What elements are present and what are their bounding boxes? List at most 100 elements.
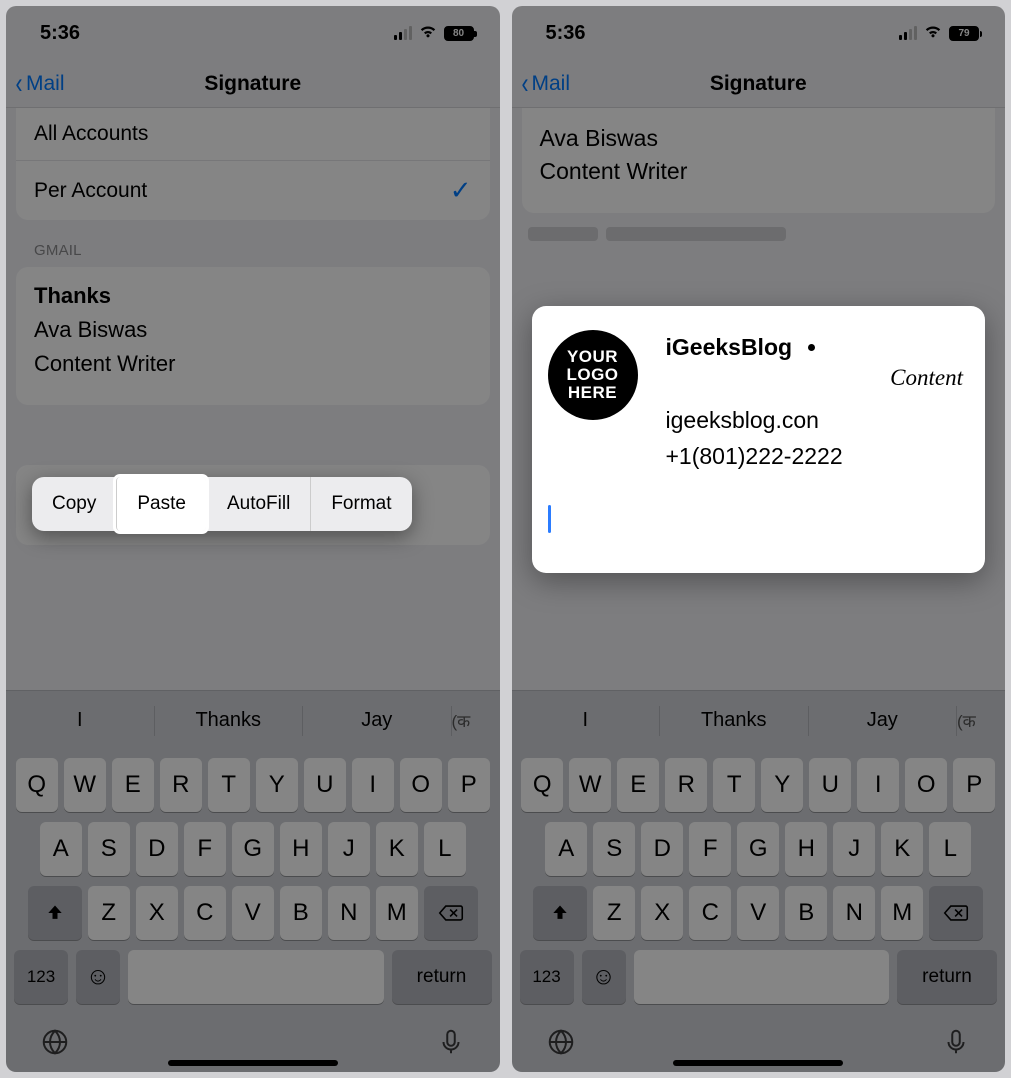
key-m[interactable]: M xyxy=(881,886,923,940)
mic-icon[interactable] xyxy=(436,1027,466,1057)
status-bar: 5:36 80 xyxy=(6,6,500,60)
key-q[interactable]: Q xyxy=(521,758,563,812)
key-backspace[interactable] xyxy=(929,886,983,940)
key-c[interactable]: C xyxy=(689,886,731,940)
key-g[interactable]: G xyxy=(232,822,274,876)
row-all-accounts[interactable]: All Accounts xyxy=(16,108,490,160)
home-indicator[interactable] xyxy=(168,1060,338,1066)
key-x[interactable]: X xyxy=(641,886,683,940)
predict-2[interactable]: Thanks xyxy=(660,709,808,732)
key-p[interactable]: P xyxy=(953,758,995,812)
back-button[interactable]: ‹Mail xyxy=(14,69,65,99)
predict-2[interactable]: Thanks xyxy=(155,709,303,732)
key-b[interactable]: B xyxy=(785,886,827,940)
key-k[interactable]: K xyxy=(881,822,923,876)
key-n[interactable]: N xyxy=(328,886,370,940)
signature-role: Content Writer xyxy=(540,155,978,188)
key-return[interactable]: return xyxy=(392,950,492,1004)
ctx-autofill[interactable]: AutoFill xyxy=(206,477,310,531)
key-shift[interactable] xyxy=(533,886,587,940)
ctx-format[interactable]: Format xyxy=(310,477,411,531)
signature-card-top[interactable]: Ava Biswas Content Writer xyxy=(522,108,996,213)
key-j[interactable]: J xyxy=(328,822,370,876)
key-emoji[interactable]: ☺ xyxy=(582,950,626,1004)
key-u[interactable]: U xyxy=(304,758,346,812)
key-x[interactable]: X xyxy=(136,886,178,940)
key-i[interactable]: I xyxy=(352,758,394,812)
mic-icon[interactable] xyxy=(941,1027,971,1057)
key-z[interactable]: Z xyxy=(88,886,130,940)
key-f[interactable]: F xyxy=(184,822,226,876)
key-h[interactable]: H xyxy=(280,822,322,876)
key-t[interactable]: T xyxy=(208,758,250,812)
key-l[interactable]: L xyxy=(424,822,466,876)
key-y[interactable]: Y xyxy=(256,758,298,812)
key-e[interactable]: E xyxy=(617,758,659,812)
bottom-bar xyxy=(512,1012,1006,1072)
key-space[interactable] xyxy=(128,950,384,1004)
keyboard: QWERTYUIOP ASDFGHJKL ZXCVBNM 123 ☺ retur… xyxy=(6,750,500,1012)
key-e[interactable]: E xyxy=(112,758,154,812)
row-per-account[interactable]: Per Account✓ xyxy=(16,160,490,220)
predict-3[interactable]: Jay xyxy=(809,709,957,732)
signature-card[interactable]: Thanks Ava Biswas Content Writer xyxy=(16,267,490,405)
key-123[interactable]: 123 xyxy=(520,950,574,1004)
key-r[interactable]: R xyxy=(665,758,707,812)
key-c[interactable]: C xyxy=(184,886,226,940)
key-d[interactable]: D xyxy=(136,822,178,876)
globe-icon[interactable] xyxy=(546,1027,576,1057)
key-shift[interactable] xyxy=(28,886,82,940)
key-z[interactable]: Z xyxy=(593,886,635,940)
key-emoji[interactable]: ☺ xyxy=(76,950,120,1004)
key-s[interactable]: S xyxy=(88,822,130,876)
key-b[interactable]: B xyxy=(280,886,322,940)
key-o[interactable]: O xyxy=(905,758,947,812)
key-j[interactable]: J xyxy=(833,822,875,876)
key-m[interactable]: M xyxy=(376,886,418,940)
key-k[interactable]: K xyxy=(376,822,418,876)
key-f[interactable]: F xyxy=(689,822,731,876)
key-y[interactable]: Y xyxy=(761,758,803,812)
battery-icon: 79 xyxy=(949,26,979,41)
page-title: Signature xyxy=(6,72,500,96)
predict-1[interactable]: I xyxy=(512,709,660,732)
key-d[interactable]: D xyxy=(641,822,683,876)
ctx-paste[interactable]: Paste xyxy=(116,477,206,531)
predict-lang[interactable]: (क xyxy=(452,709,500,732)
back-button[interactable]: ‹Mail xyxy=(520,69,571,99)
key-p[interactable]: P xyxy=(448,758,490,812)
key-q[interactable]: Q xyxy=(16,758,58,812)
ctx-copy[interactable]: Copy xyxy=(32,477,116,531)
key-v[interactable]: V xyxy=(737,886,779,940)
paste-brand: iGeeksBlog xyxy=(666,330,793,366)
key-a[interactable]: A xyxy=(545,822,587,876)
key-h[interactable]: H xyxy=(785,822,827,876)
key-123[interactable]: 123 xyxy=(14,950,68,1004)
predict-lang[interactable]: (क xyxy=(957,709,1005,732)
key-n[interactable]: N xyxy=(833,886,875,940)
key-i[interactable]: I xyxy=(857,758,899,812)
globe-icon[interactable] xyxy=(40,1027,70,1057)
kbd-row-4: 123 ☺ return xyxy=(516,950,1002,1004)
key-s[interactable]: S xyxy=(593,822,635,876)
key-v[interactable]: V xyxy=(232,886,274,940)
cellular-icon xyxy=(899,26,917,40)
pasted-signature-panel[interactable]: YOUR LOGO HERE iGeeksBlog Content igeeks… xyxy=(532,306,986,573)
kbd-row-2: ASDFGHJKL xyxy=(516,822,1002,876)
key-backspace[interactable] xyxy=(424,886,478,940)
key-w[interactable]: W xyxy=(64,758,106,812)
key-u[interactable]: U xyxy=(809,758,851,812)
key-o[interactable]: O xyxy=(400,758,442,812)
key-l[interactable]: L xyxy=(929,822,971,876)
predict-3[interactable]: Jay xyxy=(303,709,451,732)
key-r[interactable]: R xyxy=(160,758,202,812)
key-a[interactable]: A xyxy=(40,822,82,876)
home-indicator[interactable] xyxy=(673,1060,843,1066)
key-return[interactable]: return xyxy=(897,950,997,1004)
key-g[interactable]: G xyxy=(737,822,779,876)
key-space[interactable] xyxy=(634,950,890,1004)
key-w[interactable]: W xyxy=(569,758,611,812)
section-header-skeleton xyxy=(522,227,996,251)
predict-1[interactable]: I xyxy=(6,709,154,732)
key-t[interactable]: T xyxy=(713,758,755,812)
